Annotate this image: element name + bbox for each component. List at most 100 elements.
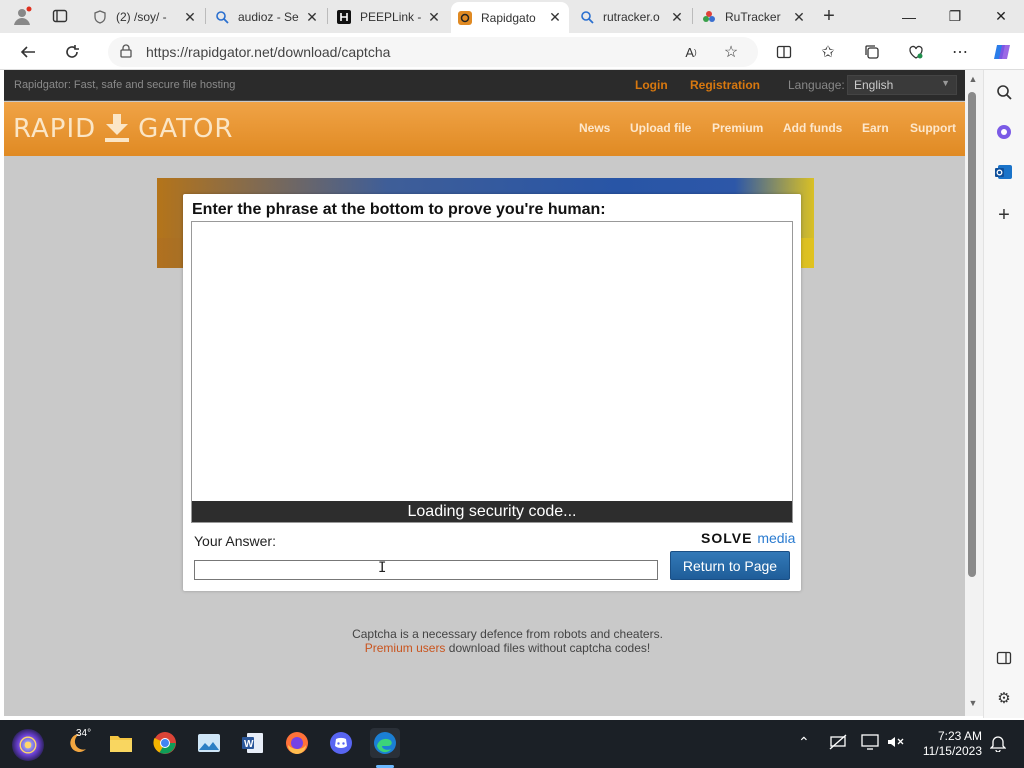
- premium-users-rest: download files without captcha codes!: [445, 641, 651, 655]
- nav-earn[interactable]: Earn: [862, 121, 889, 135]
- tab-peeplink[interactable]: PEEPLink - ✕: [330, 4, 448, 30]
- network-icon[interactable]: [829, 734, 847, 753]
- collections-icon[interactable]: [858, 38, 886, 66]
- taskbar-clock[interactable]: 7:23 AM 11/15/2023: [920, 729, 982, 759]
- tab-actions-icon[interactable]: [46, 2, 74, 30]
- logo-text-left: RAPID: [13, 114, 97, 144]
- chevron-down-icon: ▼: [941, 78, 950, 88]
- favorite-star-icon[interactable]: ☆: [717, 38, 745, 66]
- solve-media-logo: SOLVE media: [701, 530, 795, 546]
- tab-soy[interactable]: (2) /soy/ - ✕: [86, 4, 204, 30]
- captcha-dialog: Enter the phrase at the bottom to prove …: [183, 194, 801, 591]
- close-tab-icon[interactable]: ✕: [791, 9, 807, 26]
- firefox-icon[interactable]: [282, 728, 312, 758]
- minimize-icon[interactable]: —: [886, 0, 932, 33]
- search-icon[interactable]: [992, 80, 1016, 104]
- captcha-footer-text: Captcha is a necessary defence from robo…: [352, 627, 663, 641]
- site-top-bar: Rapidgator: Fast, safe and secure file h…: [4, 70, 965, 101]
- scrollbar-thumb[interactable]: [968, 92, 976, 577]
- scroll-up-icon[interactable]: ▲: [967, 74, 979, 84]
- photos-app-icon[interactable]: [194, 728, 224, 758]
- close-tab-icon[interactable]: ✕: [304, 9, 320, 26]
- login-link[interactable]: Login: [635, 78, 668, 92]
- return-to-page-button[interactable]: Return to Page: [670, 551, 790, 580]
- browser-essentials-icon[interactable]: [902, 38, 930, 66]
- refresh-icon[interactable]: [58, 38, 86, 66]
- svg-text:W: W: [244, 739, 254, 750]
- rapidgator-icon: [457, 10, 473, 26]
- add-sidebar-app-icon[interactable]: +: [992, 203, 1016, 227]
- scroll-down-icon[interactable]: ▼: [967, 698, 979, 708]
- solve-media-logo-b: media: [757, 530, 796, 546]
- download-arrow-icon: [102, 114, 132, 144]
- discord-icon[interactable]: [326, 728, 356, 758]
- weather-temp: 34°: [76, 728, 92, 739]
- site-logo[interactable]: RAPID GATOR: [13, 114, 234, 144]
- restore-icon[interactable]: ❐: [932, 0, 978, 33]
- tab-audioz[interactable]: audioz - Se ✕: [208, 4, 326, 30]
- peeplink-icon: [336, 9, 352, 25]
- more-menu-icon[interactable]: ⋯: [946, 38, 974, 66]
- settings-gear-icon[interactable]: ⚙: [992, 686, 1016, 710]
- shield-icon: [92, 9, 108, 25]
- rutracker-icon: [701, 9, 717, 25]
- address-bar[interactable]: https://rapidgator.net/download/captcha: [108, 37, 758, 67]
- new-tab-icon[interactable]: +: [815, 2, 843, 30]
- display-icon[interactable]: [861, 734, 879, 753]
- split-screen-icon[interactable]: [770, 38, 798, 66]
- lock-icon[interactable]: [120, 43, 132, 61]
- close-tab-icon[interactable]: ✕: [547, 9, 563, 26]
- solve-media-logo-a: SOLVE: [701, 530, 753, 546]
- show-hidden-icons-icon[interactable]: ⌃: [798, 734, 810, 751]
- notification-bell-icon[interactable]: [989, 734, 1007, 755]
- close-window-icon[interactable]: ✕: [978, 0, 1024, 33]
- tab-title: audioz - Se: [238, 10, 299, 24]
- close-tab-icon[interactable]: ✕: [182, 9, 198, 26]
- close-tab-icon[interactable]: ✕: [669, 9, 685, 26]
- file-explorer-icon[interactable]: [106, 728, 136, 758]
- page-scrollbar[interactable]: ▲ ▼: [965, 70, 983, 716]
- registration-link[interactable]: Registration: [690, 78, 760, 92]
- text-cursor-icon: I: [378, 560, 387, 576]
- nav-support[interactable]: Support: [910, 121, 956, 135]
- tab-title: PEEPLink -: [360, 10, 422, 24]
- captcha-loading-bar: Loading security code...: [192, 501, 792, 522]
- answer-input[interactable]: [194, 560, 658, 580]
- chrome-icon[interactable]: [150, 728, 180, 758]
- back-icon[interactable]: [14, 38, 42, 66]
- language-select[interactable]: English ▼: [847, 75, 957, 95]
- search-icon: [579, 9, 595, 25]
- web-page: Rapidgator: Fast, safe and secure file h…: [4, 70, 965, 716]
- premium-users-link[interactable]: Premium users: [365, 641, 446, 655]
- read-aloud-icon[interactable]: A): [677, 38, 705, 66]
- tab-title: (2) /soy/ -: [116, 10, 167, 24]
- logo-text-right: GATOR: [138, 114, 234, 144]
- start-orb-icon[interactable]: ⦿: [12, 729, 44, 761]
- edge-sidebar: + ⚙: [983, 70, 1024, 718]
- nav-upload-file[interactable]: Upload file: [630, 121, 691, 135]
- word-icon[interactable]: W: [238, 728, 268, 758]
- browser-toolbar: https://rapidgator.net/download/captcha …: [0, 33, 1024, 70]
- edge-icon[interactable]: [370, 728, 400, 758]
- captcha-image-frame: Loading security code...: [191, 221, 793, 523]
- profile-icon[interactable]: [8, 2, 36, 30]
- search-icon: [214, 9, 230, 25]
- favorites-icon[interactable]: ✩: [814, 38, 842, 66]
- close-tab-icon[interactable]: ✕: [426, 9, 442, 26]
- windows-taskbar: ⦿ 34° W ⌃ 7:23 AM 11/15/2023: [0, 720, 1024, 768]
- nav-premium[interactable]: Premium: [712, 121, 763, 135]
- tab-rutracker[interactable]: RuTracker ✕: [695, 4, 813, 30]
- browser-tab-strip: (2) /soy/ - ✕ audioz - Se ✕ PEEPLink - ✕…: [0, 0, 1024, 33]
- tab-rapidgator[interactable]: Rapidgato ✕: [451, 2, 569, 33]
- language-label: Language:: [788, 78, 845, 92]
- tab-rutracker-search[interactable]: rutracker.o ✕: [573, 4, 691, 30]
- copilot-icon[interactable]: [988, 38, 1016, 66]
- volume-muted-icon[interactable]: [886, 734, 904, 753]
- outlook-icon[interactable]: [992, 160, 1016, 184]
- nav-add-funds[interactable]: Add funds: [783, 121, 842, 135]
- copilot-sidebar-icon[interactable]: [992, 120, 1016, 144]
- hide-sidebar-icon[interactable]: [992, 646, 1016, 670]
- tab-title: RuTracker: [725, 10, 781, 24]
- nav-news[interactable]: News: [579, 121, 610, 135]
- url-text: https://rapidgator.net/download/captcha: [146, 44, 391, 60]
